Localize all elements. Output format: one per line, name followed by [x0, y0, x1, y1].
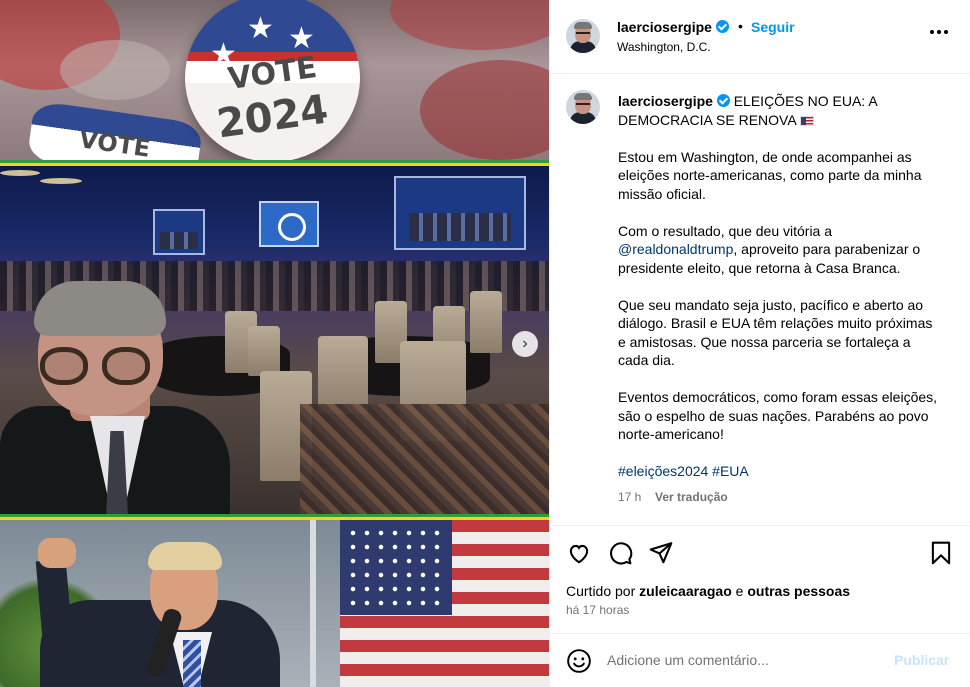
emoji-icon[interactable]	[566, 648, 592, 674]
us-flag	[340, 520, 549, 687]
comment-icon[interactable]	[607, 540, 633, 566]
comment-input[interactable]	[607, 648, 887, 672]
other-likers-link[interactable]: outras pessoas	[747, 583, 850, 599]
author-username-link[interactable]: laerciosergipe	[617, 19, 712, 35]
mention-link[interactable]: @realdonaldtrump	[618, 241, 733, 257]
author-avatar[interactable]	[566, 19, 600, 53]
follow-button[interactable]: Seguir	[751, 19, 795, 35]
likes-summary: Curtido por zuleicaaragao e outras pesso…	[566, 583, 851, 599]
post-location[interactable]: Washington, D.C.	[617, 40, 711, 54]
chevron-right-icon: ›	[522, 335, 528, 352]
author-username[interactable]: laerciosergipe	[617, 19, 729, 35]
man-with-glasses	[0, 281, 260, 514]
caption-paragraph: Com o resultado, que deu vitória a @real…	[618, 222, 921, 276]
publish-button[interactable]: Publicar	[894, 652, 949, 668]
see-translation-link[interactable]: Ver tradução	[655, 490, 728, 504]
caption-paragraph: Estou em Washington, de onde acompanhei …	[618, 148, 922, 202]
share-icon[interactable]	[648, 540, 674, 566]
speaker-figure	[30, 530, 290, 687]
comment-composer: Publicar	[549, 633, 970, 687]
hashtags-link[interactable]: #eleições2024 #EUA	[618, 462, 938, 481]
vote-2024-badge: ★ ★ ★ VOTE 2024	[185, 0, 360, 161]
us-flag-emoji-icon	[799, 115, 814, 126]
liker-username[interactable]: zuleicaaragao	[639, 583, 732, 599]
post-caption: laerciosergipe ELEIÇÕES NO EUA: A DEMOCR…	[618, 92, 938, 499]
caption-meta: 17 h Ver tradução	[618, 490, 728, 504]
heart-icon[interactable]	[566, 540, 592, 566]
small-vote-badge: VOTE	[26, 100, 204, 161]
vote-badges-image: VOTE ★ ★ ★ VOTE 2024	[0, 0, 549, 161]
caption-age: 17 h	[618, 490, 642, 504]
caption-avatar[interactable]	[566, 90, 600, 124]
verified-badge-icon	[715, 20, 729, 33]
post-timestamp: há 17 horas	[566, 603, 630, 617]
separator-dot: •	[738, 18, 743, 34]
caption-username[interactable]: laerciosergipe	[618, 93, 713, 109]
more-options-icon[interactable]	[930, 22, 950, 42]
caption-paragraph: Eventos democráticos, como foram essas e…	[618, 389, 938, 442]
bookmark-icon[interactable]	[928, 540, 954, 566]
logo-screen	[259, 201, 319, 247]
post-media[interactable]: VOTE ★ ★ ★ VOTE 2024 ›	[0, 0, 549, 687]
caption-paragraph: Que seu mandato seja justo, pacífico e a…	[618, 296, 933, 369]
verified-badge-icon	[716, 94, 730, 107]
trump-flag-photo	[0, 520, 549, 687]
next-media-button[interactable]: ›	[512, 331, 538, 357]
conference-hall-photo	[0, 166, 549, 514]
